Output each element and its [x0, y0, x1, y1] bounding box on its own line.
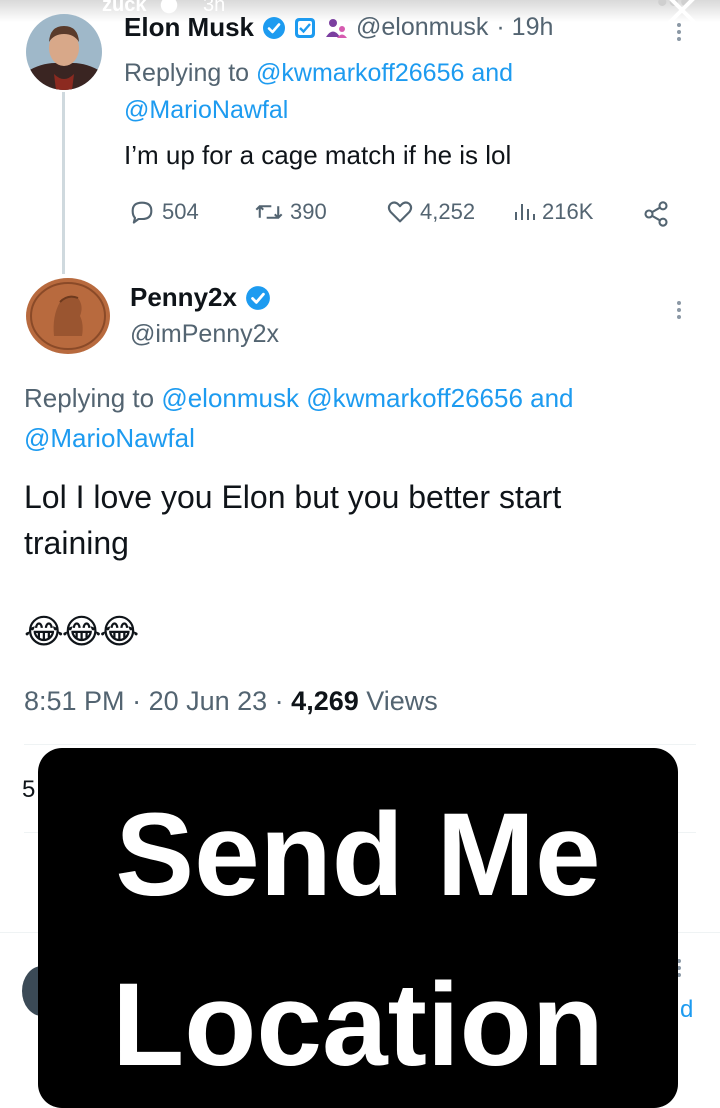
thread-line: [62, 92, 65, 274]
author-handle[interactable]: @imPenny2x: [130, 320, 279, 349]
author-handle[interactable]: @elonmusk: [356, 13, 488, 42]
parody-badge-icon: [326, 18, 348, 38]
text-sticker[interactable]: Send Me Location: [38, 748, 678, 1108]
views-label: Views: [366, 686, 438, 716]
reply-icon: [131, 201, 153, 224]
views-button[interactable]: 216K: [512, 198, 593, 226]
views-icon: [515, 204, 535, 220]
more-options-icon[interactable]: [677, 298, 681, 322]
close-icon[interactable]: [662, 0, 702, 32]
replying-to: Replying to @elonmusk @kwmarkoff26656 an…: [24, 383, 574, 453]
mention-link[interactable]: @MarioNawfal: [24, 423, 195, 453]
divider: [24, 744, 696, 745]
views-count: 216K: [542, 199, 594, 224]
retweet-icon: [255, 205, 283, 219]
like-count: 4,252: [420, 199, 476, 224]
mention-link[interactable]: @elonmusk: [161, 383, 299, 413]
avatar[interactable]: [24, 276, 112, 356]
retweet-count: 390: [290, 199, 327, 224]
share-icon[interactable]: [642, 200, 670, 228]
heart-icon: [387, 201, 413, 223]
reply-button[interactable]: 504: [128, 198, 199, 226]
tweet-text: I’m up for a cage match if he is lol: [124, 140, 512, 170]
partial-text: d: [680, 996, 694, 1023]
tweet-timestamp: 8:51 PM · 20 Jun 23 · 4,269 Views: [24, 686, 438, 716]
retweet-button[interactable]: 390: [254, 198, 327, 226]
partial-stat: 5: [22, 776, 36, 803]
reply-count: 504: [162, 199, 199, 224]
verified-icon: [246, 285, 270, 310]
mention-link[interactable]: @MarioNawfal: [124, 96, 288, 124]
tweet2-header: Penny2x: [130, 282, 271, 313]
avatar[interactable]: [26, 14, 102, 90]
affiliate-badge-icon: [295, 17, 316, 38]
verified-icon: [263, 16, 286, 39]
like-button[interactable]: 4,252: [386, 198, 475, 226]
sticker-line-2: Location: [112, 959, 604, 1091]
more-options-icon[interactable]: [677, 20, 681, 44]
tweet-time[interactable]: 8:51 PM: [24, 686, 125, 716]
mention-link[interactable]: @kwmarkoff26656: [306, 383, 523, 413]
tweet1-header: Elon Musk @elonmusk · 19h: [124, 12, 553, 43]
mention-link[interactable]: @kwmarkoff26656: [256, 59, 464, 87]
views-count: 4,269: [291, 686, 359, 716]
emoji-text: 😂😂😂: [24, 613, 139, 651]
author-name[interactable]: Penny2x: [130, 282, 237, 313]
tweet-time: · 19h: [496, 13, 554, 41]
tweet-actions: 504 390 4,252 216K: [124, 198, 684, 232]
tweet-date[interactable]: 20 Jun 23: [149, 686, 268, 716]
tweet-text: Lol I love you Elon but you better start…: [24, 479, 562, 561]
sticker-line-1: Send Me: [115, 789, 601, 921]
replying-to: Replying to @kwmarkoff26656 and @MarioNa…: [124, 59, 514, 124]
author-name[interactable]: Elon Musk: [124, 12, 254, 43]
